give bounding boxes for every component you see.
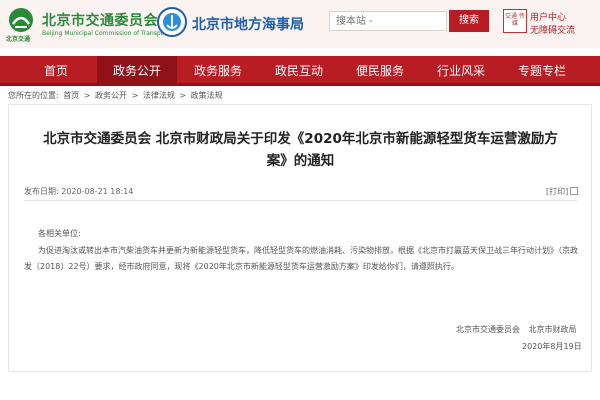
user-center-link[interactable]: 用户中心 [530, 10, 566, 23]
media-badge-icon[interactable]: 交通 传媒 [503, 9, 527, 33]
transport-commission-logo[interactable]: 北京交通 北京市交通委员会 Beijing Municipal Commissi… [4, 4, 169, 44]
search-input[interactable] [329, 11, 447, 31]
maritime-emblem-icon [157, 7, 187, 37]
nav-item-gov-affairs[interactable]: 政务公开 [97, 56, 177, 86]
publish-date-value: 2020-08-21 18:14 [61, 187, 134, 196]
nav-item-gov-services[interactable]: 政务服务 [178, 56, 258, 86]
breadcrumb-separator: > [131, 91, 139, 100]
article-sign-date: 2020年8月19日 [522, 342, 582, 351]
article-body: 为促进淘汰或转出本市汽柴油货车并更新为新能源轻型货车，降低轻型货车的燃油消耗、污… [24, 246, 578, 271]
print-button[interactable]: [打印] [546, 186, 579, 197]
print-label: [打印] [546, 187, 569, 196]
nav-item-special[interactable]: 专题专栏 [502, 56, 582, 86]
search-button[interactable]: 搜索 [449, 10, 489, 32]
breadcrumb-separator: > [179, 91, 187, 100]
breadcrumb-item-gov-affairs[interactable]: 政务公开 [95, 91, 127, 100]
article-greeting: 各相关单位: [38, 229, 81, 238]
breadcrumb-item-laws[interactable]: 法律法规 [143, 91, 175, 100]
media-badge-text: 交通 传媒 [505, 13, 525, 27]
breadcrumb-separator: > [83, 91, 91, 100]
page: 北京交通 北京市交通委员会 Beijing Municipal Commissi… [0, 0, 600, 400]
article-title: 北京市交通委员会 北京市财政局关于印发《2020年北京市新能源轻型货车运营激励方… [43, 131, 558, 169]
print-icon [570, 187, 579, 195]
nav-item-industry[interactable]: 行业风采 [421, 56, 501, 86]
accessibility-link[interactable]: 无障碍交流 [530, 23, 575, 36]
transport-commission-title: 北京市交通委员会 [42, 13, 158, 29]
breadcrumb-item-policies[interactable]: 政策法规 [191, 91, 223, 100]
publish-date: 发布日期: 2020-08-21 18:14 [24, 186, 133, 197]
breadcrumb-item-home[interactable]: 首页 [63, 91, 79, 100]
nav-item-interaction[interactable]: 政民互动 [259, 56, 339, 86]
breadcrumb-prefix: 您所在的位置: [8, 91, 59, 100]
article-signers: 北京市交通委员会 北京市财政局 [456, 325, 577, 334]
maritime-bureau-logo[interactable]: 北京市地方海事局 [156, 6, 306, 42]
logo-mark-text: 北京交通 [6, 36, 31, 43]
transport-commission-subtitle: Beijing Municipal Commission of Transpor… [42, 30, 170, 37]
divider [24, 200, 577, 201]
nav-item-home[interactable]: 首页 [16, 56, 96, 86]
nav-item-convenience[interactable]: 便民服务 [340, 56, 420, 86]
breadcrumb: 您所在的位置: 首页 > 政务公开 > 法律法规 > 政策法规 [8, 90, 225, 101]
maritime-bureau-title: 北京市地方海事局 [192, 17, 304, 33]
main-nav: 首页 政务公开 政务服务 政民互动 便民服务 行业风采 专题专栏 [0, 56, 600, 86]
site-header: 北京交通 北京市交通委员会 Beijing Municipal Commissi… [0, 0, 600, 48]
publish-date-label: 发布日期: [24, 187, 59, 196]
